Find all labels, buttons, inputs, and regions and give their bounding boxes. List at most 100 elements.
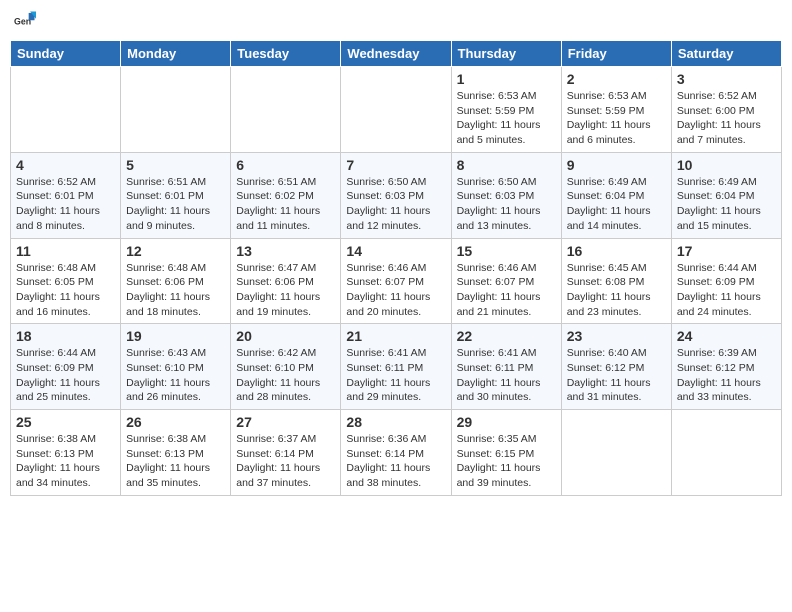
day-info: Sunrise: 6:46 AM Sunset: 6:07 PM Dayligh… [346, 261, 445, 320]
day-of-week-header: Wednesday [341, 41, 451, 67]
calendar-cell: 17 Sunrise: 6:44 AM Sunset: 6:09 PM Dayli… [671, 238, 781, 324]
day-number: 21 [346, 328, 445, 344]
calendar-cell [11, 67, 121, 153]
calendar-cell: 23Sunrise: 6:40 AM Sunset: 6:12 PM Dayli… [561, 324, 671, 410]
day-info: Sunrise: 6:40 AM Sunset: 6:12 PM Dayligh… [567, 346, 666, 405]
day-info: Sunrise: 6:53 AM Sunset: 5:59 PM Dayligh… [457, 89, 556, 148]
day-info: Sunrise: 6:53 AM Sunset: 5:59 PM Dayligh… [567, 89, 666, 148]
day-number: 16 [567, 243, 666, 259]
day-number: 28 [346, 414, 445, 430]
day-info: Sunrise: 6:49 AM Sunset: 6:04 PM Dayligh… [677, 175, 776, 234]
day-number: 4 [16, 157, 115, 173]
day-number: 18 [16, 328, 115, 344]
day-info: Sunrise: 6:45 AM Sunset: 6:08 PM Dayligh… [567, 261, 666, 320]
calendar-cell: 14 Sunrise: 6:46 AM Sunset: 6:07 PM Dayli… [341, 238, 451, 324]
day-info: Sunrise: 6:52 AM Sunset: 6:01 PM Dayligh… [16, 175, 115, 234]
calendar-cell: 25 Sunrise: 6:38 AM Sunset: 6:13 PM Dayli… [11, 410, 121, 496]
day-info: Sunrise: 6:47 AM Sunset: 6:06 PM Dayligh… [236, 261, 335, 320]
calendar-cell: 1 Sunrise: 6:53 AM Sunset: 5:59 PM Daylig… [451, 67, 561, 153]
logo: Gen [14, 10, 38, 32]
calendar-cell: 24Sunrise: 6:39 AM Sunset: 6:12 PM Dayli… [671, 324, 781, 410]
calendar-cell: 3 Sunrise: 6:52 AM Sunset: 6:00 PM Daylig… [671, 67, 781, 153]
day-number: 19 [126, 328, 225, 344]
day-number: 26 [126, 414, 225, 430]
calendar-cell: 5Sunrise: 6:51 AM Sunset: 6:01 PM Daylig… [121, 152, 231, 238]
day-of-week-header: Friday [561, 41, 671, 67]
calendar-cell: 21 Sunrise: 6:41 AM Sunset: 6:11 PM Dayli… [341, 324, 451, 410]
calendar-table: SundayMondayTuesdayWednesdayThursdayFrid… [10, 40, 782, 496]
calendar-cell [671, 410, 781, 496]
day-of-week-header: Thursday [451, 41, 561, 67]
day-info: Sunrise: 6:50 AM Sunset: 6:03 PM Dayligh… [346, 175, 445, 234]
day-number: 13 [236, 243, 335, 259]
calendar-cell [121, 67, 231, 153]
calendar-cell: 7 Sunrise: 6:50 AM Sunset: 6:03 PM Daylig… [341, 152, 451, 238]
calendar-cell: 6 Sunrise: 6:51 AM Sunset: 6:02 PM Daylig… [231, 152, 341, 238]
calendar-cell: 20 Sunrise: 6:42 AM Sunset: 6:10 PM Dayli… [231, 324, 341, 410]
calendar-cell: 29Sunrise: 6:35 AM Sunset: 6:15 PM Dayli… [451, 410, 561, 496]
day-info: Sunrise: 6:36 AM Sunset: 6:14 PM Dayligh… [346, 432, 445, 491]
calendar-cell: 26Sunrise: 6:38 AM Sunset: 6:13 PM Dayli… [121, 410, 231, 496]
calendar-cell: 27 Sunrise: 6:37 AM Sunset: 6:14 PM Dayli… [231, 410, 341, 496]
day-info: Sunrise: 6:44 AM Sunset: 6:09 PM Dayligh… [16, 346, 115, 405]
calendar-cell [231, 67, 341, 153]
day-number: 20 [236, 328, 335, 344]
calendar-week-row: 11 Sunrise: 6:48 AM Sunset: 6:05 PM Dayli… [11, 238, 782, 324]
calendar-cell: 12 Sunrise: 6:48 AM Sunset: 6:06 PM Dayli… [121, 238, 231, 324]
calendar-cell: 13 Sunrise: 6:47 AM Sunset: 6:06 PM Dayli… [231, 238, 341, 324]
day-info: Sunrise: 6:37 AM Sunset: 6:14 PM Dayligh… [236, 432, 335, 491]
day-number: 8 [457, 157, 556, 173]
calendar-cell: 11 Sunrise: 6:48 AM Sunset: 6:05 PM Dayli… [11, 238, 121, 324]
calendar-week-row: 18 Sunrise: 6:44 AM Sunset: 6:09 PM Dayli… [11, 324, 782, 410]
calendar-cell: 15 Sunrise: 6:46 AM Sunset: 6:07 PM Dayli… [451, 238, 561, 324]
day-info: Sunrise: 6:49 AM Sunset: 6:04 PM Dayligh… [567, 175, 666, 234]
day-number: 17 [677, 243, 776, 259]
day-info: Sunrise: 6:48 AM Sunset: 6:05 PM Dayligh… [16, 261, 115, 320]
day-info: Sunrise: 6:38 AM Sunset: 6:13 PM Dayligh… [16, 432, 115, 491]
day-number: 10 [677, 157, 776, 173]
day-number: 1 [457, 71, 556, 87]
calendar-cell: 28 Sunrise: 6:36 AM Sunset: 6:14 PM Dayli… [341, 410, 451, 496]
day-info: Sunrise: 6:51 AM Sunset: 6:01 PM Dayligh… [126, 175, 225, 234]
day-number: 27 [236, 414, 335, 430]
calendar-cell: 19 Sunrise: 6:43 AM Sunset: 6:10 PM Dayli… [121, 324, 231, 410]
day-number: 9 [567, 157, 666, 173]
day-of-week-header: Tuesday [231, 41, 341, 67]
calendar-cell [561, 410, 671, 496]
day-number: 24 [677, 328, 776, 344]
day-number: 3 [677, 71, 776, 87]
day-info: Sunrise: 6:48 AM Sunset: 6:06 PM Dayligh… [126, 261, 225, 320]
calendar-cell: 9 Sunrise: 6:49 AM Sunset: 6:04 PM Daylig… [561, 152, 671, 238]
day-info: Sunrise: 6:50 AM Sunset: 6:03 PM Dayligh… [457, 175, 556, 234]
calendar-week-row: 1 Sunrise: 6:53 AM Sunset: 5:59 PM Daylig… [11, 67, 782, 153]
day-info: Sunrise: 6:35 AM Sunset: 6:15 PM Dayligh… [457, 432, 556, 491]
day-number: 2 [567, 71, 666, 87]
day-of-week-header: Monday [121, 41, 231, 67]
day-number: 6 [236, 157, 335, 173]
page-header: Gen [10, 10, 782, 32]
day-number: 15 [457, 243, 556, 259]
day-info: Sunrise: 6:44 AM Sunset: 6:09 PM Dayligh… [677, 261, 776, 320]
day-info: Sunrise: 6:41 AM Sunset: 6:11 PM Dayligh… [457, 346, 556, 405]
day-info: Sunrise: 6:41 AM Sunset: 6:11 PM Dayligh… [346, 346, 445, 405]
day-info: Sunrise: 6:51 AM Sunset: 6:02 PM Dayligh… [236, 175, 335, 234]
calendar-cell: 2 Sunrise: 6:53 AM Sunset: 5:59 PM Daylig… [561, 67, 671, 153]
calendar-cell: 8 Sunrise: 6:50 AM Sunset: 6:03 PM Daylig… [451, 152, 561, 238]
day-info: Sunrise: 6:46 AM Sunset: 6:07 PM Dayligh… [457, 261, 556, 320]
day-of-week-header: Saturday [671, 41, 781, 67]
calendar-week-row: 4 Sunrise: 6:52 AM Sunset: 6:01 PM Daylig… [11, 152, 782, 238]
day-info: Sunrise: 6:42 AM Sunset: 6:10 PM Dayligh… [236, 346, 335, 405]
calendar-cell: 18 Sunrise: 6:44 AM Sunset: 6:09 PM Dayli… [11, 324, 121, 410]
calendar-week-row: 25 Sunrise: 6:38 AM Sunset: 6:13 PM Dayli… [11, 410, 782, 496]
day-info: Sunrise: 6:43 AM Sunset: 6:10 PM Dayligh… [126, 346, 225, 405]
day-info: Sunrise: 6:52 AM Sunset: 6:00 PM Dayligh… [677, 89, 776, 148]
day-of-week-header: Sunday [11, 41, 121, 67]
calendar-cell: 16 Sunrise: 6:45 AM Sunset: 6:08 PM Dayli… [561, 238, 671, 324]
day-number: 11 [16, 243, 115, 259]
svg-text:Gen: Gen [14, 17, 31, 27]
day-number: 7 [346, 157, 445, 173]
calendar-header-row: SundayMondayTuesdayWednesdayThursdayFrid… [11, 41, 782, 67]
day-number: 14 [346, 243, 445, 259]
day-number: 12 [126, 243, 225, 259]
day-number: 25 [16, 414, 115, 430]
